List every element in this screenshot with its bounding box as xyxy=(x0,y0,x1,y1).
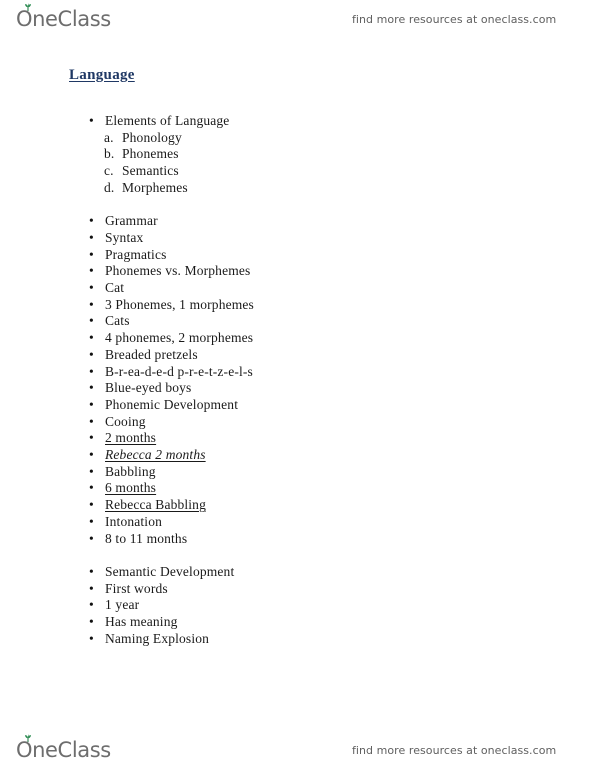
notes-content: Elements of Language a. Phonology b. Pho… xyxy=(0,113,595,647)
page-header: OneClass find more resources at oneclass… xyxy=(0,2,595,36)
bullet-list-elements: Elements of Language xyxy=(0,113,595,130)
list-item: 2 months xyxy=(0,430,595,447)
page-footer: OneClass find more resources at oneclass… xyxy=(0,733,595,767)
list-item: First words xyxy=(0,581,595,598)
list-item: Breaded pretzels xyxy=(0,347,595,364)
list-item: Cat xyxy=(0,280,595,297)
list-item-text: Rebecca Babbling xyxy=(105,497,206,513)
list-item: Intonation xyxy=(0,514,595,531)
list-item-text: 6 months xyxy=(105,480,157,496)
brand-name-header: OneClass xyxy=(16,6,111,31)
list-item: c. Semantics xyxy=(0,163,595,180)
list-item: 4 phonemes, 2 morphemes xyxy=(0,330,595,347)
resource-note-header: find more resources at oneclass.com xyxy=(352,12,557,26)
bullet-list-phonemic-development: Grammar Syntax Pragmatics Phonemes vs. M… xyxy=(0,213,595,547)
page-title: Language xyxy=(69,67,135,83)
list-item: 8 to 11 months xyxy=(0,531,595,548)
list-item: 6 months xyxy=(0,480,595,497)
alpha-marker: c. xyxy=(104,163,114,179)
list-item: Semantic Development xyxy=(0,564,595,581)
list-item-text: 2 months xyxy=(105,430,157,446)
list-item: Rebecca Babbling xyxy=(0,497,595,514)
alpha-sublist-elements: a. Phonology b. Phonemes c. Semantics d.… xyxy=(0,130,595,197)
brand-name-footer: OneClass xyxy=(16,737,111,762)
list-item: Elements of Language xyxy=(0,113,595,130)
list-item: 1 year xyxy=(0,597,595,614)
brand-logo-footer: OneClass xyxy=(16,733,111,762)
list-item: Has meaning xyxy=(0,614,595,631)
list-item: Babbling xyxy=(0,464,595,481)
list-item: Naming Explosion xyxy=(0,631,595,648)
list-item: d. Morphemes xyxy=(0,180,595,197)
alpha-label: Phonology xyxy=(122,129,182,145)
list-item-text: Rebecca 2 months xyxy=(105,447,206,463)
alpha-marker: b. xyxy=(104,146,115,162)
list-item: 3 Phonemes, 1 morphemes xyxy=(0,297,595,314)
list-item: Cooing xyxy=(0,414,595,431)
list-item: Cats xyxy=(0,313,595,330)
alpha-label: Semantics xyxy=(122,163,179,179)
document-body: Language Elements of Language a. Phonolo… xyxy=(0,66,595,647)
list-item: a. Phonology xyxy=(0,130,595,147)
alpha-label: Phonemes xyxy=(122,146,179,162)
list-item: Pragmatics xyxy=(0,247,595,264)
list-item: Rebecca 2 months xyxy=(0,447,595,464)
alpha-marker: d. xyxy=(104,179,115,195)
alpha-marker: a. xyxy=(104,129,114,145)
bullet-list-semantic-development: Semantic Development First words 1 year … xyxy=(0,564,595,648)
list-item: Grammar xyxy=(0,213,595,230)
alpha-label: Morphemes xyxy=(122,179,188,195)
list-item: Blue-eyed boys xyxy=(0,380,595,397)
list-item: Syntax xyxy=(0,230,595,247)
list-item: b. Phonemes xyxy=(0,146,595,163)
brand-logo-header: OneClass xyxy=(16,2,111,31)
resource-note-footer: find more resources at oneclass.com xyxy=(352,743,557,757)
list-item: Phonemes vs. Morphemes xyxy=(0,263,595,280)
list-item: Phonemic Development xyxy=(0,397,595,414)
list-item: B-r-ea-d-e-d p-r-e-t-z-e-l-s xyxy=(0,364,595,381)
